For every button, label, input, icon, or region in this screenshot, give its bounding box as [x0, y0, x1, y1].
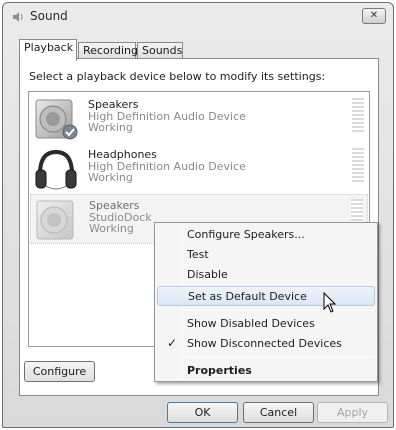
menu-item-test[interactable]: Test — [157, 245, 375, 265]
menu-item-show-disconnected[interactable]: ✓ Show Disconnected Devices — [157, 334, 375, 354]
menu-item-set-default[interactable]: Set as Default Device — [157, 286, 375, 306]
instruction-text: Select a playback device below to modify… — [29, 70, 326, 83]
title-bar[interactable]: Sound ✕ — [3, 3, 393, 31]
speaker-icon — [36, 200, 74, 240]
close-icon: ✕ — [369, 10, 379, 21]
configure-button[interactable]: Configure — [24, 361, 95, 382]
volume-level-meter — [352, 148, 364, 182]
window-title: Sound — [30, 9, 68, 23]
close-button[interactable]: ✕ — [362, 8, 386, 24]
menu-item-disable[interactable]: Disable — [157, 265, 375, 285]
menu-item-label: Set as Default Device — [188, 290, 307, 303]
menu-item-properties[interactable]: Properties — [157, 361, 375, 381]
cancel-button[interactable]: Cancel — [243, 402, 314, 423]
ok-button[interactable]: OK — [167, 402, 238, 423]
device-headphones[interactable]: Headphones High Definition Audio Device … — [30, 144, 368, 194]
headphones-icon — [35, 149, 77, 190]
device-context-menu: Configure Speakers... Test Disable Set a… — [154, 222, 378, 382]
checkmark-icon: ✓ — [167, 336, 178, 350]
volume-level-meter — [352, 98, 364, 132]
speaker-title-icon — [13, 12, 23, 22]
menu-item-configure-speakers[interactable]: Configure Speakers... — [157, 225, 375, 245]
menu-item-label: Show Disabled Devices — [187, 317, 315, 330]
default-check-icon — [62, 124, 78, 140]
tab-playback[interactable]: Playback — [19, 39, 77, 61]
menu-item-label: Show Disconnected Devices — [187, 337, 342, 350]
menu-separator — [185, 310, 373, 311]
device-status: Working — [88, 121, 133, 134]
device-status: Working — [89, 222, 134, 235]
device-speakers[interactable]: Speakers High Definition Audio Device Wo… — [30, 94, 368, 144]
menu-item-label: Configure Speakers... — [187, 228, 305, 241]
apply-button[interactable]: Apply — [317, 402, 388, 423]
device-status: Working — [88, 171, 133, 184]
menu-item-label: Test — [187, 248, 209, 261]
menu-item-show-disabled[interactable]: Show Disabled Devices — [157, 314, 375, 334]
menu-separator — [185, 357, 373, 358]
menu-item-label: Properties — [187, 364, 252, 377]
mouse-pointer-icon — [323, 292, 337, 313]
menu-item-label: Disable — [187, 268, 228, 281]
